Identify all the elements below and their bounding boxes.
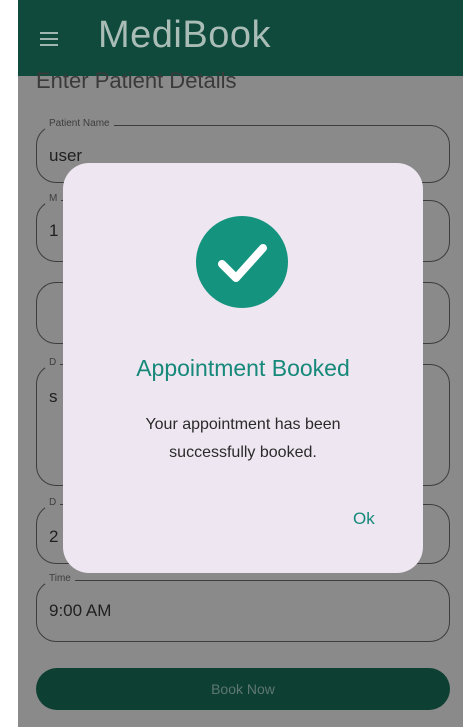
check-circle-icon	[196, 216, 288, 308]
description-value: s	[49, 387, 58, 406]
ok-button[interactable]: Ok	[347, 505, 381, 533]
mobile-value: 1	[49, 221, 59, 240]
app-bar: MediBook	[18, 0, 463, 76]
date-value: 2	[49, 527, 59, 546]
time-label: Time	[45, 573, 75, 584]
hamburger-menu-icon[interactable]	[40, 32, 58, 46]
time-field[interactable]: Time 9:00 AM	[36, 573, 450, 642]
time-value: 9:00 AM	[49, 601, 112, 620]
book-now-button[interactable]: Book Now	[36, 668, 450, 710]
patient-name-value: user	[49, 146, 83, 165]
confirmation-dialog: Appointment Booked Your appointment has …	[63, 163, 423, 573]
patient-name-label: Patient Name	[45, 118, 114, 129]
description-label: D	[45, 357, 61, 368]
mobile-label: M	[45, 193, 62, 204]
dialog-title: Appointment Booked	[136, 355, 350, 381]
date-label: D	[45, 497, 61, 508]
section-title: Enter Patient Details	[36, 68, 237, 93]
app-title: MediBook	[98, 14, 271, 56]
dialog-message: Your appointment has been successfully b…	[145, 416, 341, 461]
